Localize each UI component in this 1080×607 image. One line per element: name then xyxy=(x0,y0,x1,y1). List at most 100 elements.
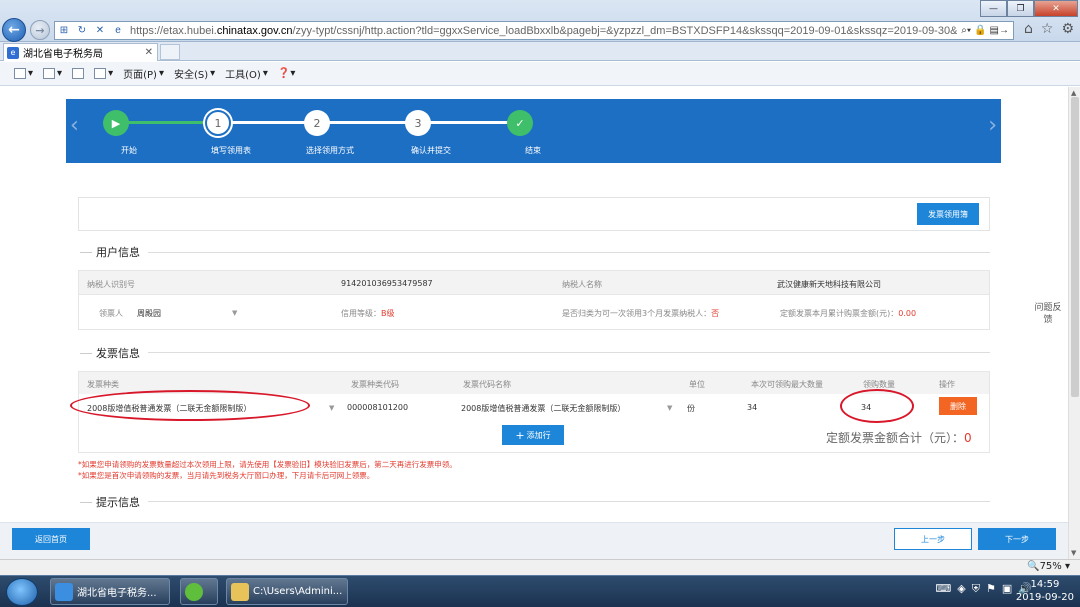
tax-id-value: 914201036953479587 xyxy=(341,279,433,288)
menu-tools[interactable]: 工具(O) ▾ xyxy=(225,66,268,81)
annotation-ellipse-type xyxy=(70,390,310,421)
home-icon[interactable]: ⌂ xyxy=(1024,21,1033,37)
delete-row-button[interactable]: 删除 xyxy=(939,397,977,415)
taskbar: 湖北省电子税务... C:\Users\Admini... ⌨ ◈ ⛨ ⚑ ▣ … xyxy=(0,575,1080,607)
step-3-circle: 3 xyxy=(405,110,431,136)
shield-icon[interactable]: ⛨ xyxy=(972,582,980,596)
taskbar-folder-window[interactable]: C:\Users\Admini... xyxy=(226,578,348,605)
feedback-button[interactable]: 问题反馈 xyxy=(1034,302,1062,326)
zoom-control[interactable]: 🔍75% ▾ xyxy=(1027,561,1070,572)
start-button[interactable] xyxy=(6,578,38,606)
prev-step-button[interactable]: 上一步 xyxy=(894,528,972,550)
divider xyxy=(148,352,990,353)
invoice-type-code: 000008101200 xyxy=(347,403,409,412)
flag-icon[interactable]: ⚑ xyxy=(986,582,996,596)
clock[interactable]: 14:59 2019-09-20 xyxy=(1016,578,1074,604)
bottom-action-bar: 返回首页 上一步 下一步 xyxy=(0,522,1068,559)
home-button[interactable]: 返回首页 xyxy=(12,528,90,550)
compat-icon[interactable]: ⊞ xyxy=(57,24,71,38)
toolbar-box: 发票领用簿 xyxy=(78,197,990,231)
feeds-icon[interactable]: ▾ xyxy=(43,68,62,79)
receiver-select[interactable]: 周殿园 xyxy=(137,308,161,319)
new-tab-button[interactable] xyxy=(160,44,180,60)
next-step-button[interactable]: 下一步 xyxy=(978,528,1056,550)
invoice-code-name-select[interactable]: 2008版增值税普通发票（二联无金额限制版） xyxy=(461,403,625,414)
invoice-type-chevron-down-icon[interactable]: ▼ xyxy=(329,404,334,412)
divider xyxy=(148,501,990,502)
step-line-done xyxy=(116,121,218,124)
refresh-icon[interactable]: ↻ xyxy=(75,24,89,38)
tab-title: 湖北省电子税务局 xyxy=(23,49,103,60)
help-icon[interactable]: ❓▾ xyxy=(278,68,295,79)
code-name-chevron-down-icon[interactable]: ▼ xyxy=(667,404,672,412)
col-header-type: 发票种类 xyxy=(87,380,119,389)
page-viewport: ‹ › ▶ 1 2 3 ✓ 开始 填写领用表 选择领用方式 确认并提交 结束 发… xyxy=(0,87,1068,559)
ie-pinned-icon xyxy=(185,582,203,601)
invoice-info-title: 发票信息 xyxy=(80,345,140,361)
step-label-start: 开始 xyxy=(121,146,137,155)
step-end-circle: ✓ xyxy=(507,110,533,136)
mail-icon[interactable] xyxy=(72,68,85,79)
menu-page[interactable]: 页面(P) ▾ xyxy=(123,66,164,81)
receiver-chevron-down-icon[interactable]: ▼ xyxy=(232,309,237,317)
invoice-max-qty: 34 xyxy=(747,403,758,412)
quota-amount: 定额发票本月累计购票金额(元)：0.00 xyxy=(780,309,917,318)
invoice-unit: 份 xyxy=(687,404,695,413)
col-header-code-name: 发票代码名称 xyxy=(463,380,511,389)
stepper-prev-icon[interactable]: ‹ xyxy=(70,113,79,138)
ie-icon xyxy=(55,582,73,601)
keyboard-icon[interactable]: ⌨ xyxy=(935,582,951,596)
step-1-circle: 1 xyxy=(205,110,231,136)
search-icon[interactable]: ⌕▾ xyxy=(961,25,971,36)
close-button[interactable]: ✕ xyxy=(1034,0,1078,17)
step-start-circle: ▶ xyxy=(103,110,129,136)
favorites-star-icon[interactable]: ☆ xyxy=(1041,21,1054,37)
tips-title: 提示信息 xyxy=(80,494,140,510)
stop-icon[interactable]: ✕ xyxy=(93,24,107,38)
col-header-action: 操作 xyxy=(939,380,955,389)
tab-bar: e 湖北省电子税务局 ✕ xyxy=(0,42,1080,61)
status-bar: 🔍75% ▾ xyxy=(0,559,1080,575)
taskbar-ie-pinned[interactable] xyxy=(180,578,218,605)
receiver-label: 领票人 xyxy=(99,309,123,318)
step-2-circle: 2 xyxy=(304,110,330,136)
folder-icon xyxy=(231,582,249,601)
add-row-button[interactable]: + 添加行 xyxy=(502,425,564,445)
menu-safety[interactable]: 安全(S) ▾ xyxy=(174,66,215,81)
lock-icon: 🔒 xyxy=(974,25,987,36)
taxpayer-name-label: 纳税人名称 xyxy=(562,280,602,289)
tax-id-label: 纳税人识别号 xyxy=(87,280,135,289)
user-info-title: 用户信息 xyxy=(80,244,140,260)
window-controls: — ❐ ✕ xyxy=(980,0,1078,17)
page-icon[interactable]: ▤→ xyxy=(990,25,1009,36)
maximize-button[interactable]: ❐ xyxy=(1007,0,1034,17)
back-button[interactable]: ← xyxy=(2,18,26,42)
monitor-icon[interactable]: ▣ xyxy=(1002,582,1012,596)
step-label-method: 选择领用方式 xyxy=(306,146,354,155)
zoom-icon: 🔍 xyxy=(1027,561,1040,572)
note-line: *如果您是首次申请领购的发票，当月请先到税务大厅窗口办理，下月请卡后可网上领票。 xyxy=(78,471,375,480)
gear-icon[interactable]: ⚙ xyxy=(1061,21,1074,37)
invoice-record-button[interactable]: 发票领用簿 xyxy=(917,203,979,225)
vertical-scrollbar[interactable]: ▲ ▼ xyxy=(1068,87,1080,559)
home-menu-icon[interactable]: ▾ xyxy=(14,68,33,79)
plus-icon: + xyxy=(515,428,525,442)
annotation-ellipse-qty xyxy=(840,389,914,423)
note-line: *如果您申请领购的发票数量超过本次领用上限，请先使用【发票验旧】模块验旧发票后，… xyxy=(78,460,457,469)
browser-titlebar: ← → ⊞ ↻ ✕ e https://etax.hubei.chinatax.… xyxy=(0,0,1080,42)
col-header-type-code: 发票种类代码 xyxy=(351,380,399,389)
command-bar: ▾ ▾ ▾ 页面(P) ▾ 安全(S) ▾ 工具(O) ▾ ❓▾ xyxy=(0,62,1080,86)
minimize-button[interactable]: — xyxy=(980,0,1007,17)
user-info-grid: 纳税人识别号 914201036953479587 纳税人名称 武汉健康新天地科… xyxy=(78,270,990,330)
network-icon[interactable]: ◈ xyxy=(957,582,965,596)
forward-button[interactable]: → xyxy=(30,20,50,40)
tab-close-icon[interactable]: ✕ xyxy=(145,47,153,58)
address-bar[interactable]: ⊞ ↻ ✕ e https://etax.hubei.chinatax.gov.… xyxy=(54,21,1014,40)
col-header-unit: 单位 xyxy=(689,380,705,389)
url-text[interactable]: https://etax.hubei.chinatax.gov.cn/zyy-t… xyxy=(127,25,957,37)
stepper-next-icon[interactable]: › xyxy=(988,113,997,138)
clock-time: 14:59 xyxy=(1030,579,1060,590)
taskbar-ie-window[interactable]: 湖北省电子税务... xyxy=(50,578,170,605)
browser-tab[interactable]: e 湖北省电子税务局 ✕ xyxy=(3,43,158,61)
print-icon[interactable]: ▾ xyxy=(94,68,113,79)
